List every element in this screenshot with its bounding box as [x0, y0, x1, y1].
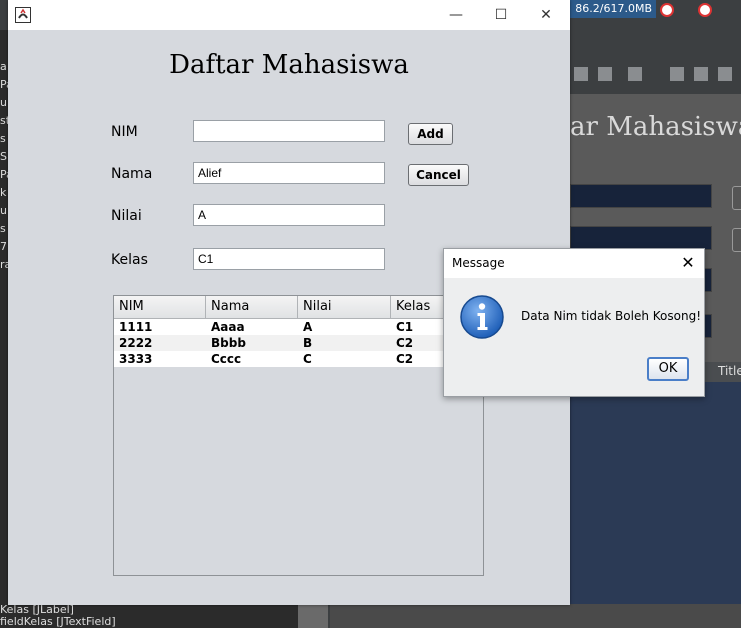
align-left-icon[interactable] — [670, 67, 684, 81]
ide-top-icons — [656, 0, 741, 22]
memory-indicator[interactable]: 86.2/617.0MB — [560, 0, 656, 18]
ide-left-text: ui — [0, 96, 8, 109]
table-row[interactable]: 1111 Aaaa A C1 — [114, 319, 483, 335]
ide-left-text: S — [0, 150, 7, 163]
ide-left-text: k — [0, 186, 7, 199]
table-cell: 2222 — [119, 336, 153, 350]
close-button[interactable]: ✕ — [523, 0, 569, 30]
column-header-nama[interactable]: Nama — [206, 296, 298, 318]
table-cell: A — [303, 320, 313, 334]
table-cell: C — [303, 352, 312, 366]
table-cell: 3333 — [119, 352, 153, 366]
dialog-close-button[interactable]: ✕ — [678, 253, 698, 273]
dialog-titlebar[interactable]: Message ✕ — [444, 249, 704, 278]
page-title: Daftar Mahasiswa — [169, 50, 409, 80]
table-body: 1111 Aaaa A C1 2222 Bbbb B C2 3333 Cccc … — [114, 319, 483, 367]
nama-label: Nama — [111, 166, 153, 182]
add-button[interactable]: Add — [408, 123, 453, 145]
cancel-button[interactable]: Cancel — [408, 164, 469, 186]
design-table-column: Title — [718, 364, 741, 378]
column-header-nilai[interactable]: Nilai — [298, 296, 391, 318]
nilai-field[interactable] — [193, 204, 385, 226]
table-cell: C1 — [396, 320, 414, 334]
info-icon — [460, 295, 504, 339]
table-cell: 1111 — [119, 320, 153, 334]
ide-scrollbar[interactable] — [298, 604, 328, 628]
design-table-body — [570, 382, 741, 604]
kelas-field[interactable] — [193, 248, 385, 270]
window-titlebar[interactable]: — ☐ ✕ — [8, 0, 570, 30]
preview-icon[interactable] — [628, 67, 642, 81]
table-cell: B — [303, 336, 313, 350]
align-right-icon[interactable] — [694, 67, 708, 81]
table-cell: Aaaa — [211, 320, 245, 334]
gc-icon[interactable] — [660, 3, 674, 17]
ide-design-toolbar — [570, 62, 741, 88]
kelas-label: Kelas — [111, 252, 148, 268]
ide-left-text: ui — [0, 204, 8, 217]
nim-label: NIM — [111, 124, 138, 140]
table-row[interactable]: 3333 Cccc C C2 — [114, 351, 483, 367]
table-cell: Bbbb — [211, 336, 246, 350]
design-button — [732, 186, 741, 210]
ide-left-text: st — [0, 114, 8, 127]
design-field — [570, 226, 712, 250]
profile-icon[interactable] — [698, 3, 712, 17]
design-button — [732, 228, 741, 252]
table-row[interactable]: 2222 Bbbb B C2 — [114, 335, 483, 351]
student-table[interactable]: NIM Nama Nilai Kelas 1111 Aaaa A C1 2222… — [113, 295, 484, 576]
design-field — [570, 184, 712, 208]
java-app-icon — [15, 7, 31, 23]
ide-left-text: 7 — [0, 240, 7, 253]
table-cell: C2 — [396, 352, 414, 366]
nilai-label: Nilai — [111, 208, 142, 224]
message-dialog: Message ✕ Data Nim tidak Boleh Kosong! O… — [443, 248, 705, 397]
ide-left-text: Pa — [0, 168, 8, 181]
dialog-title: Message — [452, 256, 505, 270]
ok-button[interactable]: OK — [647, 357, 689, 381]
ide-left-text: s — [0, 132, 6, 145]
ide-left-text: s — [0, 222, 6, 235]
nim-field[interactable] — [193, 120, 385, 142]
minimize-button[interactable]: — — [433, 0, 479, 30]
ide-navigator: Kelas [JLabel] fieldKelas [JTextField] — [0, 604, 300, 628]
ide-left-text: a — [0, 60, 7, 73]
connection-mode-icon[interactable] — [598, 67, 612, 81]
ide-left-text: ra — [0, 258, 8, 271]
navigator-item[interactable]: fieldKelas [JTextField] — [0, 616, 300, 628]
nama-field[interactable] — [193, 162, 385, 184]
ide-left-text: Pa — [0, 78, 8, 91]
select-mode-icon[interactable] — [574, 67, 588, 81]
align-center-icon[interactable] — [718, 67, 732, 81]
design-preview-title: ar Mahasiswa — [570, 112, 741, 142]
maximize-button[interactable]: ☐ — [478, 0, 524, 30]
table-cell: Cccc — [211, 352, 242, 366]
ide-bottom-panel — [330, 604, 741, 628]
table-header: NIM Nama Nilai Kelas — [114, 296, 483, 319]
dialog-message: Data Nim tidak Boleh Kosong! — [521, 309, 702, 323]
ide-left-panel: a Pa ui st s S Pa k ui s 7 ra — [0, 30, 8, 628]
table-cell: C2 — [396, 336, 414, 350]
column-header-nim[interactable]: NIM — [114, 296, 206, 318]
